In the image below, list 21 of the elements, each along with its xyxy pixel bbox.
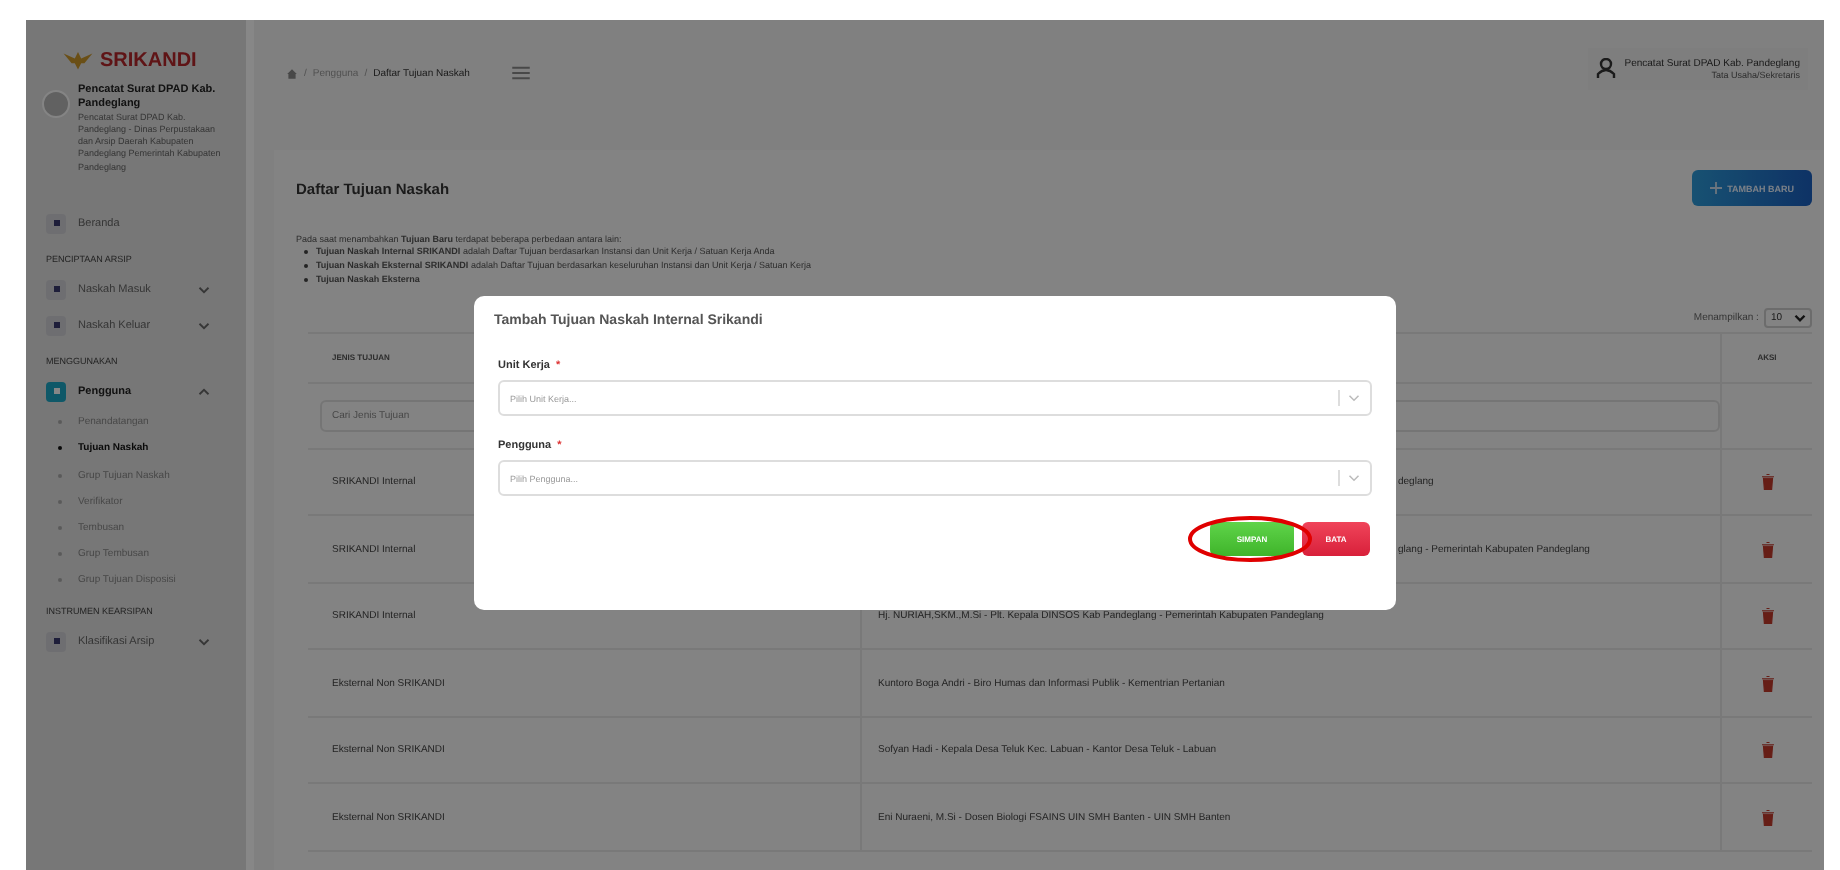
trash-icon[interactable] — [1761, 742, 1773, 759]
trash-icon[interactable] — [1761, 541, 1773, 558]
menu-icon — [46, 381, 66, 402]
trash-icon[interactable] — [1761, 608, 1773, 625]
home-icon[interactable] — [286, 67, 298, 79]
avatar-icon — [42, 90, 70, 118]
trash-icon[interactable] — [1761, 675, 1773, 692]
menu-icon[interactable] — [511, 66, 530, 80]
menu-icon — [46, 279, 66, 300]
chevron-icon — [1348, 474, 1360, 482]
menu-icon — [46, 315, 66, 336]
trash-icon[interactable] — [1761, 809, 1773, 826]
trash-icon[interactable] — [1761, 474, 1773, 491]
chevron-icon — [1794, 313, 1806, 322]
menu-icon — [46, 631, 66, 652]
chevron-icon — [1348, 394, 1360, 402]
plus-icon — [1709, 182, 1722, 194]
logo-text: SRIKANDI — [100, 49, 197, 71]
menu-icon — [46, 213, 66, 234]
eagle-emblem-icon — [62, 48, 94, 72]
user-icon — [1596, 58, 1617, 78]
